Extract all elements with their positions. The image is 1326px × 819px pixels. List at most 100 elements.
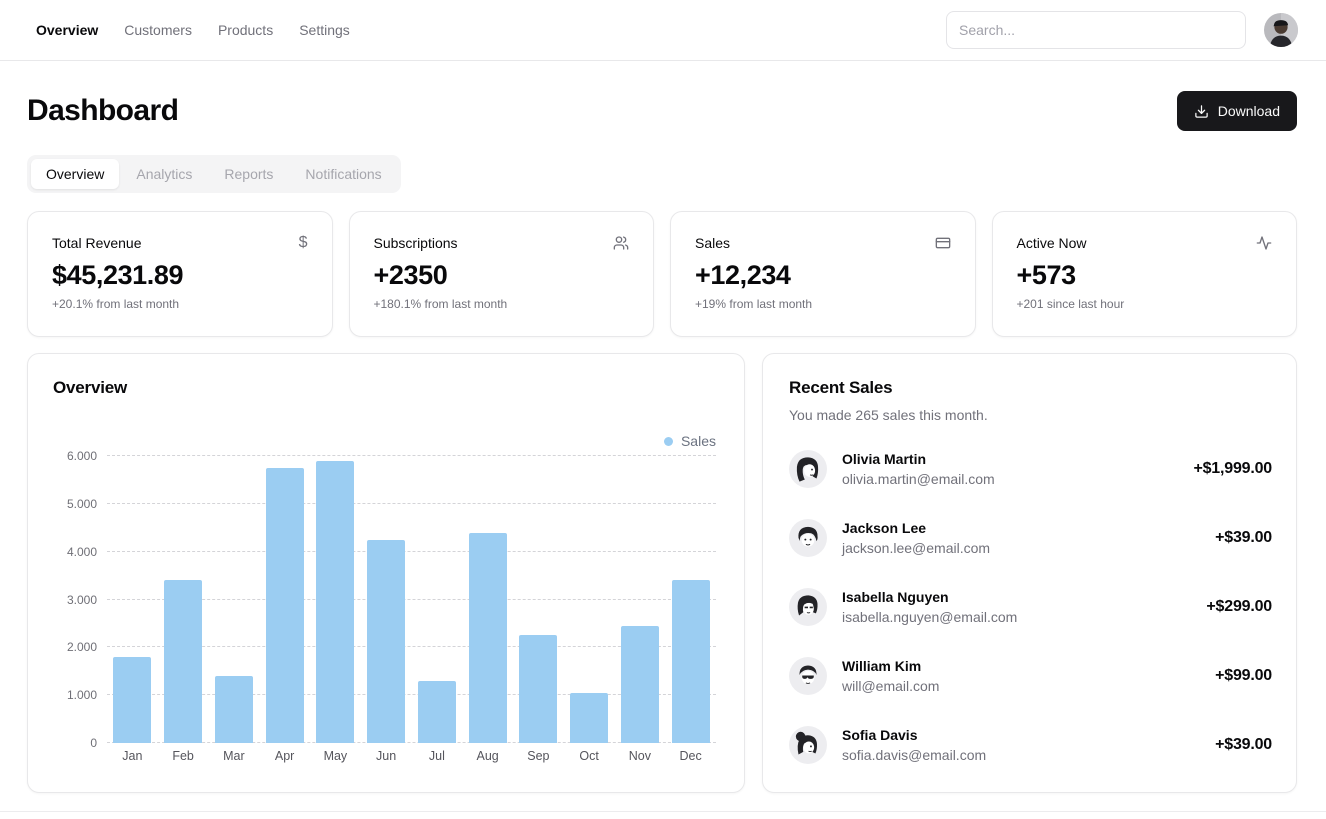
download-button-label: Download	[1218, 103, 1280, 119]
stat-card-sales: Sales +12,234 +19% from last month	[670, 211, 976, 337]
sale-amount: +$39.00	[1215, 529, 1272, 547]
chart-y-tick-label: 2.000	[53, 640, 97, 654]
chart-y-tick-label: 0	[53, 736, 97, 750]
man-short-hair-avatar-icon	[789, 519, 827, 557]
stat-value: +12,234	[695, 260, 951, 291]
customer-email: jackson.lee@email.com	[842, 540, 990, 556]
sale-list-item[interactable]: Isabella Nguyen isabella.nguyen@email.co…	[789, 588, 1272, 626]
legend-dot-sales	[664, 437, 673, 446]
recent-sales-title: Recent Sales	[789, 378, 1272, 398]
chart-title: Overview	[53, 378, 716, 398]
chart-x-axis: JanFebMarAprMayJunJulAugSepOctNovDec	[107, 749, 716, 763]
chart-y-tick-label: 1.000	[53, 688, 97, 702]
dashboard-tabs: Overview Analytics Reports Notifications	[27, 155, 401, 193]
sale-amount: +$99.00	[1215, 667, 1272, 685]
credit-card-icon	[935, 235, 951, 251]
nav-item-customers[interactable]: Customers	[124, 22, 192, 38]
stat-card-active-now: Active Now +573 +201 since last hour	[992, 211, 1298, 337]
chart-x-tick-label: Dec	[665, 749, 716, 763]
bar-may[interactable]	[316, 461, 354, 743]
stat-title: Active Now	[1017, 235, 1087, 251]
bar-feb[interactable]	[164, 580, 202, 743]
customer-name: Sofia Davis	[842, 727, 986, 743]
bar-jun[interactable]	[367, 540, 405, 743]
tab-reports[interactable]: Reports	[209, 159, 288, 189]
bar-jan[interactable]	[113, 657, 151, 743]
customer-email: will@email.com	[842, 678, 939, 694]
sale-list-item[interactable]: Olivia Martin olivia.martin@email.com +$…	[789, 450, 1272, 488]
recent-sales-list: Olivia Martin olivia.martin@email.com +$…	[789, 450, 1272, 764]
customer-email: isabella.nguyen@email.com	[842, 609, 1017, 625]
chart-x-tick-label: May	[310, 749, 361, 763]
chart-y-tick-label: 3.000	[53, 593, 97, 607]
stat-title: Subscriptions	[374, 235, 458, 251]
customer-name: William Kim	[842, 658, 939, 674]
stat-title: Sales	[695, 235, 730, 251]
chart-y-tick-label: 5.000	[53, 497, 97, 511]
stat-change: +201 since last hour	[1017, 297, 1273, 311]
chart-x-tick-label: Mar	[209, 749, 260, 763]
customer-name: Olivia Martin	[842, 451, 995, 467]
stat-title: Total Revenue	[52, 235, 142, 251]
sale-list-item[interactable]: Jackson Lee jackson.lee@email.com +$39.0…	[789, 519, 1272, 557]
tab-notifications[interactable]: Notifications	[290, 159, 396, 189]
chart-bars	[107, 456, 716, 743]
sale-list-item[interactable]: Sofia Davis sofia.davis@email.com +$39.0…	[789, 726, 1272, 764]
customer-email: sofia.davis@email.com	[842, 747, 986, 763]
stat-card-subscriptions: Subscriptions +2350 +180.1% from last mo…	[349, 211, 655, 337]
stat-value: +2350	[374, 260, 630, 291]
chart-legend: Sales	[53, 432, 716, 450]
customer-name: Isabella Nguyen	[842, 589, 1017, 605]
main-nav: Overview Customers Products Settings	[36, 22, 350, 38]
bar-oct[interactable]	[570, 693, 608, 743]
stat-card-total-revenue: Total Revenue $ $45,231.89 +20.1% from l…	[27, 211, 333, 337]
bar-dec[interactable]	[672, 580, 710, 743]
chart-x-tick-label: Nov	[615, 749, 666, 763]
recent-sales-card: Recent Sales You made 265 sales this mon…	[762, 353, 1297, 793]
woman-short-dark-avatar-icon	[789, 588, 827, 626]
chart-x-tick-label: Feb	[158, 749, 209, 763]
user-avatar[interactable]	[1264, 13, 1298, 47]
chart-x-tick-label: Jan	[107, 749, 158, 763]
nav-item-overview[interactable]: Overview	[36, 22, 98, 38]
nav-item-settings[interactable]: Settings	[299, 22, 350, 38]
activity-icon	[1256, 235, 1272, 251]
bar-mar[interactable]	[215, 676, 253, 743]
legend-label-sales: Sales	[681, 433, 716, 449]
bar-jul[interactable]	[418, 681, 456, 743]
tab-overview[interactable]: Overview	[31, 159, 119, 189]
stat-value: +573	[1017, 260, 1273, 291]
bar-apr[interactable]	[266, 468, 304, 743]
customer-email: olivia.martin@email.com	[842, 471, 995, 487]
tab-analytics[interactable]: Analytics	[121, 159, 207, 189]
chart-x-tick-label: Jun	[361, 749, 412, 763]
search-input[interactable]	[946, 11, 1246, 49]
nav-item-products[interactable]: Products	[218, 22, 273, 38]
chart-x-tick-label: Apr	[259, 749, 310, 763]
sale-amount: +$39.00	[1215, 736, 1272, 754]
page-bottom-divider	[0, 811, 1326, 812]
bar-chart: 01.0002.0003.0004.0005.0006.000	[107, 456, 716, 743]
dashboard-page: Dashboard Download Overview Analytics Re…	[0, 61, 1326, 793]
customer-name: Jackson Lee	[842, 520, 990, 536]
stat-value: $45,231.89	[52, 260, 308, 291]
sale-list-item[interactable]: William Kim will@email.com +$99.00	[789, 657, 1272, 695]
woman-ponytail-avatar-icon	[789, 726, 827, 764]
woman-bob-avatar-icon	[789, 450, 827, 488]
stat-change: +180.1% from last month	[374, 297, 630, 311]
top-navigation-bar: Overview Customers Products Settings	[0, 0, 1326, 61]
stat-change: +19% from last month	[695, 297, 951, 311]
users-icon	[613, 235, 629, 251]
bar-sep[interactable]	[519, 635, 557, 743]
chart-y-tick-label: 6.000	[53, 449, 97, 463]
bar-aug[interactable]	[469, 533, 507, 743]
download-icon	[1194, 104, 1209, 119]
bar-nov[interactable]	[621, 626, 659, 743]
download-button[interactable]: Download	[1177, 91, 1297, 131]
sale-amount: +$1,999.00	[1193, 460, 1272, 478]
chart-y-tick-label: 4.000	[53, 545, 97, 559]
page-title: Dashboard	[27, 94, 178, 128]
sale-amount: +$299.00	[1206, 598, 1272, 616]
overview-chart-card: Overview Sales 01.0002.0003.0004.0005.00…	[27, 353, 745, 793]
man-sunglasses-avatar-icon	[789, 657, 827, 695]
